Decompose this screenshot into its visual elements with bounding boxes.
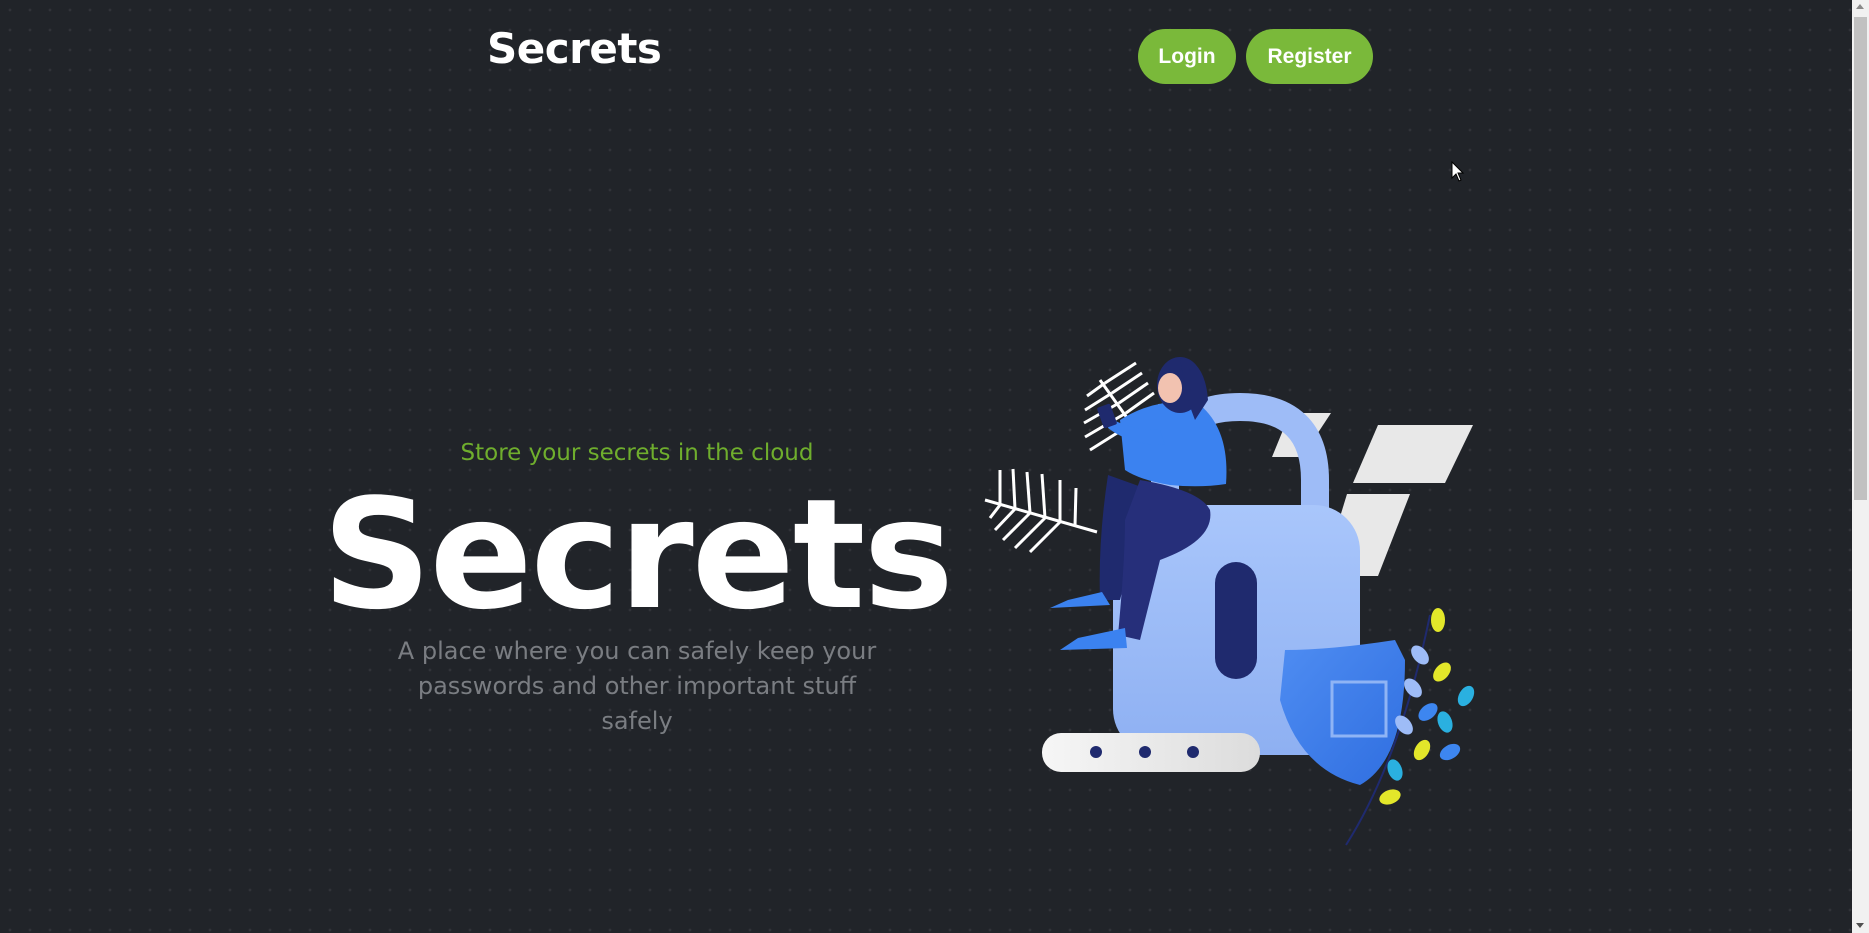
page: Secrets Login Register Store your secret… [0,0,1852,933]
hero-title: Secrets [322,466,954,643]
mouse-pointer-icon [1451,161,1465,182]
register-button[interactable]: Register [1246,29,1373,84]
hero-tagline: Store your secrets in the cloud [460,440,814,466]
vertical-scrollbar[interactable] [1852,0,1869,933]
scrollbar-thumb[interactable] [1854,17,1867,500]
login-button[interactable]: Login [1138,29,1236,84]
hero-description: A place where you can safely keep your p… [397,637,877,735]
brand-logo[interactable]: Secrets [487,24,662,73]
scroll-down-icon[interactable] [1856,923,1864,928]
scroll-up-icon[interactable] [1856,4,1864,9]
top-navbar: Secrets Login Register [0,0,1852,110]
padlock-security-illustration [984,357,1475,846]
